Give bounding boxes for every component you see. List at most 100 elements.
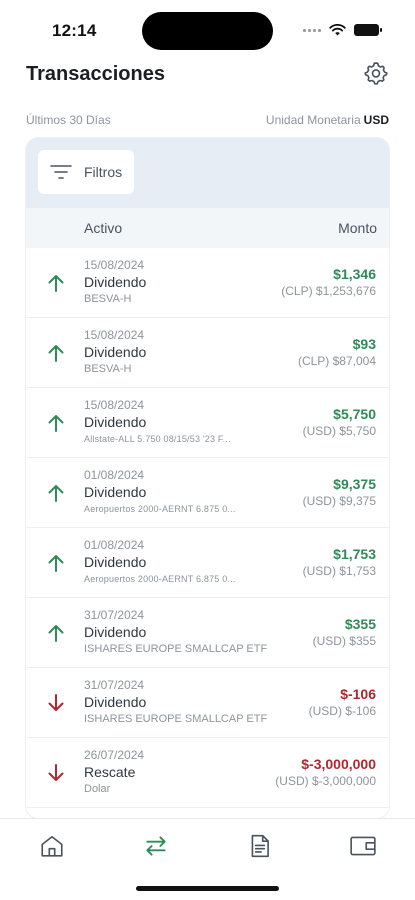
transaction-amount: $9,375 [333,476,376,492]
transaction-local-amount: (USD) $9,375 [302,494,376,508]
transaction-row[interactable]: 31/07/2024 Dividendo ISHARES EUROPE SMALLC… [26,668,389,738]
transaction-row[interactable]: 01/08/2024 Dividendo Aeropuertos 2000-AERN… [26,528,389,598]
transaction-row[interactable]: 15/08/2024 Dividendo BESVA-H $93 (CLP) $87,0… [26,318,389,388]
tab-transactions[interactable] [141,831,171,861]
transaction-details: 15/08/2024 Dividendo BESVA-H [84,328,269,377]
transaction-row[interactable]: 01/08/2024 Dividendo Aeropuertos 2000-AERN… [26,458,389,528]
transaction-asset: ISHARES EUROPE SMALLCAP ETF [84,713,268,725]
filter-area: Filtros [26,138,389,208]
transaction-asset: ISHARES EUROPE SMALLCAP ETF [84,643,268,655]
status-icons [303,24,382,36]
transaction-row[interactable]: 15/08/2024 Dividendo Allstate-ALL 5.750 08… [26,388,389,458]
tab-wallet[interactable] [348,831,378,861]
transaction-asset: BESVA-H [84,363,132,375]
transaction-asset: Dolar [84,783,111,795]
transactions-card: Filtros Activo Monto 15/08/2024 Dividendo… [26,138,389,818]
transaction-asset: Allstate-ALL 5.750 08/15/53 '23 F... [84,434,231,444]
transaction-details: 26/07/2024 Rescate Dolar [84,748,269,797]
transaction-date: 15/08/2024 [84,398,145,412]
settings-button[interactable] [363,60,389,86]
transaction-amount: $355 [344,616,376,632]
transaction-asset: Aeropuertos 2000-AERNT 6.875 0... [84,504,236,514]
transaction-details: 31/07/2024 Dividendo ISHARES EUROPE SMALLC… [84,608,269,657]
page-title: Transacciones [26,63,165,85]
filter-lines-icon [50,165,72,179]
transaction-date: 01/08/2024 [84,538,145,552]
transaction-amount: $1,753 [333,546,376,562]
transaction-amounts: $1,753 (USD) $1,753 [303,545,376,579]
transaction-asset: BESVA-H [84,293,132,305]
transaction-details: 31/07/2024 Dividendo ISHARES EUROPE SMALLC… [84,678,269,727]
transaction-row[interactable]: 26/07/2024 Rescate Dolar $-3,000,000 (USD) $… [26,738,389,808]
column-amount: Monto [338,220,377,236]
transaction-amounts: $5,750 (USD) $5,750 [303,405,376,439]
transaction-amounts: $1,346 (CLP) $1,253,676 [281,265,376,299]
transaction-type: Dividendo [84,554,147,570]
transaction-amount: $1,346 [333,266,376,282]
transaction-amount: $5,750 [333,406,376,422]
transaction-local-amount: (USD) $1,753 [302,564,376,578]
meta-row: Últimos 30 Días Unidad Monetaria USD [26,113,389,127]
arrow-up-icon [48,555,64,572]
transaction-row[interactable]: 15/08/2024 Dividendo BESVA-H $1,346 (CLP) $1… [26,248,389,318]
transaction-date: 31/07/2024 [84,678,145,692]
transaction-type: Rescate [84,764,136,780]
arrow-down-icon [48,694,64,711]
header: Transacciones [26,60,389,88]
transaction-amount: $-3,000,000 [301,756,376,772]
currency-code: USD [363,113,389,127]
transaction-type: Dividendo [84,694,147,710]
transaction-type: Dividendo [84,414,147,430]
column-asset: Activo [84,220,123,236]
transaction-list: 15/08/2024 Dividendo BESVA-H $1,346 (CLP) $1… [26,248,389,808]
transaction-date: 26/07/2024 [84,748,145,762]
arrow-up-icon [48,625,64,642]
arrow-up-icon [48,485,64,502]
status-bar: 12:14 [0,0,415,56]
transaction-amounts: $93 (CLP) $87,004 [298,335,376,369]
transaction-date: 31/07/2024 [84,608,145,622]
wifi-icon [329,24,346,36]
transaction-amounts: $9,375 (USD) $9,375 [303,475,376,509]
document-icon [251,834,269,858]
transaction-details: 01/08/2024 Dividendo Aeropuertos 2000-AERN… [84,468,269,517]
arrow-up-icon [48,415,64,432]
transaction-type: Dividendo [84,484,147,500]
transaction-local-amount: (CLP) $1,253,676 [281,284,376,298]
arrow-up-icon [48,275,64,292]
gear-icon [364,62,388,85]
transaction-amount: $93 [352,336,376,352]
transaction-type: Dividendo [84,274,147,290]
transaction-asset: Aeropuertos 2000-AERNT 6.875 0... [84,574,236,584]
transaction-amounts: $355 (USD) $355 [313,615,376,649]
tab-documents[interactable] [245,831,275,861]
column-header: Activo Monto [26,208,389,248]
transaction-type: Dividendo [84,344,147,360]
transaction-local-amount: (USD) $-106 [308,704,376,718]
transaction-amount: $-106 [340,686,376,702]
period-label: Últimos 30 Días [26,113,111,127]
transaction-details: 01/08/2024 Dividendo Aeropuertos 2000-AERN… [84,538,269,587]
transaction-local-amount: (USD) $5,750 [302,424,376,438]
battery-icon [354,24,382,36]
transaction-row[interactable]: 31/07/2024 Dividendo ISHARES EUROPE SMALLC… [26,598,389,668]
swap-arrows-icon [146,836,166,856]
transaction-local-amount: (CLP) $87,004 [297,354,376,368]
dynamic-island [142,12,273,50]
transaction-date: 01/08/2024 [84,468,145,482]
transaction-amounts: $-106 (USD) $-106 [309,685,376,719]
arrow-down-icon [48,764,64,781]
tab-home[interactable] [37,831,67,861]
transaction-details: 15/08/2024 Dividendo Allstate-ALL 5.750 08… [84,398,269,447]
transaction-local-amount: (USD) $355 [312,634,376,648]
home-indicator [136,886,279,891]
transaction-type: Dividendo [84,624,147,640]
status-time: 12:14 [52,21,97,40]
filters-button[interactable]: Filtros [38,150,135,194]
transaction-details: 15/08/2024 Dividendo BESVA-H [84,258,269,307]
currency-info: Unidad Monetaria USD [266,113,389,127]
home-icon [41,835,63,857]
cellular-signal-icon [303,28,321,32]
transaction-date: 15/08/2024 [84,328,145,342]
wallet-icon [350,836,376,856]
